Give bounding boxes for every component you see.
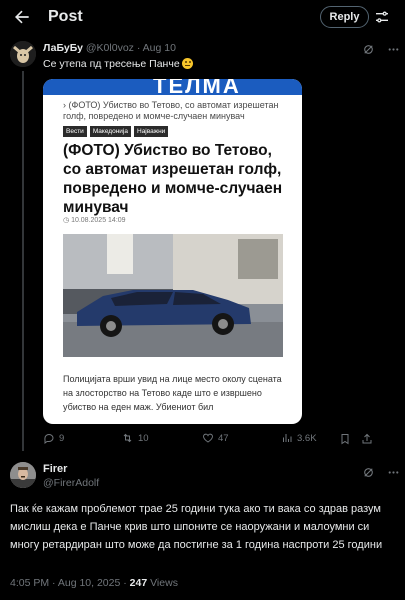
tweet-timestamp[interactable]: 4:05 PM · Aug 10, 2025 ·: [10, 577, 130, 589]
article-photo: [63, 234, 283, 357]
parent-tweet-text: Се утепа пд тресење Панче: [43, 58, 193, 70]
top-bar: Post Reply: [0, 0, 405, 34]
share-icon[interactable]: [361, 433, 373, 445]
more-options-icon[interactable]: [387, 43, 400, 56]
tweet-image[interactable]: ТЕЛМА › (ФОТО) Убиство во Тетово, со авт…: [43, 79, 302, 424]
views-label: Views: [147, 577, 178, 589]
article-date: ◷ 10.08.2025 14:09: [63, 217, 126, 224]
article-tags: Вести Македонија Најважни: [63, 126, 169, 137]
site-logo: ТЕЛМА: [153, 79, 241, 98]
heart-icon: [203, 433, 213, 443]
page-title: Post: [48, 8, 83, 25]
reply-count: 9: [59, 432, 65, 444]
parent-tweet-actions: 9 10 47 3.6K: [43, 432, 373, 448]
article-body: Полицијата врши увид на лице место околу…: [63, 374, 282, 412]
article-tag: Македонија: [89, 126, 131, 137]
views-count: 3.6K: [297, 432, 317, 444]
tweet-meta: 4:05 PM · Aug 10, 2025 · 247 Views: [10, 577, 178, 589]
main-tweet-icons: [362, 466, 400, 479]
avatar-image: [10, 41, 36, 67]
bookmark-icon[interactable]: [339, 433, 351, 445]
article-date-text: 10.08.2025 14:09: [71, 217, 126, 224]
user-handle[interactable]: @FirerAdolf: [43, 477, 99, 489]
views-number: 247: [129, 577, 148, 589]
avatar-image: [10, 462, 36, 488]
views-action[interactable]: 3.6K: [281, 432, 317, 444]
tweet-date[interactable]: · Aug 10: [137, 42, 176, 54]
car-photo-image: [63, 234, 283, 357]
avatar[interactable]: [10, 462, 36, 488]
tweet-text: Пак ќе кажам проблемот трае 25 години ту…: [10, 503, 383, 551]
display-name[interactable]: Firer: [43, 463, 67, 475]
grok-icon[interactable]: [362, 43, 375, 56]
thread-line: [22, 71, 24, 451]
grok-icon[interactable]: [362, 466, 375, 479]
reply-action[interactable]: 9: [43, 432, 64, 444]
article-tag: Најважни: [134, 126, 169, 137]
reply-button[interactable]: Reply: [320, 6, 369, 28]
like-count: 47: [218, 432, 229, 444]
views-icon: [283, 434, 292, 442]
repost-count: 10: [138, 432, 149, 444]
user-handle[interactable]: @K0l0voz: [86, 42, 134, 54]
more-options-icon[interactable]: [387, 466, 400, 479]
article-headline: (ФОТО) Убиство во Тетово, со автомат изр…: [63, 142, 283, 216]
emoji-icon: [181, 58, 193, 69]
site-banner: ТЕЛМА: [43, 79, 302, 98]
article-breadcrumb: › (ФОТО) Убиство во Тетово, со автомат и…: [63, 100, 279, 121]
parent-tweet-icons: [362, 43, 400, 56]
reply-icon: [44, 434, 54, 444]
back-arrow-icon[interactable]: [12, 7, 32, 27]
avatar[interactable]: [10, 41, 36, 67]
article-tag: Вести: [63, 126, 87, 137]
repost-action[interactable]: 10: [121, 432, 149, 444]
display-name[interactable]: ЛаБуБу: [43, 42, 83, 54]
like-action[interactable]: 47: [202, 432, 229, 444]
tweet-text: Се утепа пд тресење Панче: [43, 58, 180, 70]
parent-tweet-header: ЛаБуБу @K0l0voz · Aug 10: [43, 42, 176, 54]
sliders-icon[interactable]: [374, 9, 390, 25]
repost-icon: [123, 433, 132, 443]
